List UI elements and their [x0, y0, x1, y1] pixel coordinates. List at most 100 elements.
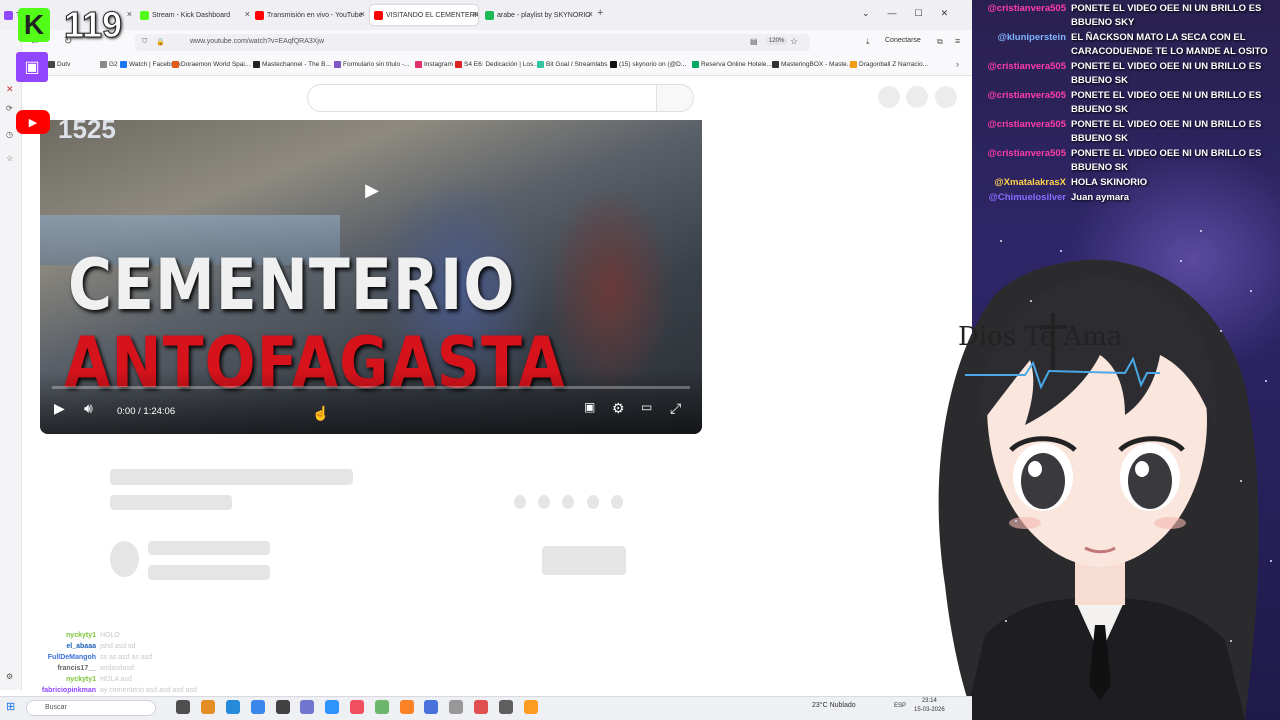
language-indicator[interactable]: ESP	[894, 703, 906, 709]
close-tab-icon[interactable]: ×	[360, 9, 365, 19]
bookmark-item[interactable]: G2	[100, 61, 118, 68]
clock-date: 15-03-2026	[914, 707, 945, 713]
history-icon[interactable]: ◷	[6, 130, 13, 139]
tab-favicon-icon	[4, 10, 13, 20]
taskbar-app-icon[interactable]	[524, 700, 538, 714]
sidebar-icon-2[interactable]: ⟳	[6, 104, 13, 113]
taskbar-app-icon[interactable]	[300, 700, 314, 714]
action-skeleton-4	[587, 495, 599, 509]
mini-chat-row: francis17__ asdasdasd	[14, 663, 254, 674]
mini-chat-message: ss as asd as asd	[100, 654, 153, 661]
star	[1270, 560, 1272, 562]
close-tab-icon[interactable]: ×	[473, 9, 478, 19]
star	[1230, 640, 1232, 642]
taskbar-app-icon[interactable]	[449, 700, 463, 714]
action-skeleton-1	[514, 495, 526, 509]
bookmark-item[interactable]: Dutv	[48, 61, 70, 68]
taskbar-app-icon[interactable]	[201, 700, 215, 714]
minimize-icon[interactable]: —	[888, 8, 897, 19]
taskbar-app-icon[interactable]	[251, 700, 265, 714]
big-play-icon[interactable]: ▶	[354, 172, 390, 208]
bookmark-favicon-icon	[850, 61, 857, 68]
bookmark-item[interactable]: S4 E6: Dedicación | Los...	[455, 61, 539, 68]
notifications-icon[interactable]	[906, 86, 928, 108]
bookmark-item[interactable]: Bit Goal / Streamlabs	[537, 61, 607, 68]
browser-tab[interactable]: Stream - Kick Dashboard ×	[140, 5, 250, 25]
progress-bar[interactable]	[52, 386, 690, 389]
bookmark-item[interactable]: Formulario sin título -...	[334, 61, 409, 68]
theater-mode-icon[interactable]: ▭	[641, 400, 652, 414]
weather-widget[interactable]: 23°C Nublado	[812, 702, 856, 709]
settings-gear-icon[interactable]: ⚙	[6, 672, 13, 681]
shield-icon[interactable]: ⛉	[142, 38, 147, 46]
clock-time: 23:14	[921, 698, 937, 704]
mini-chat-row: FullDeMangoh ss as asd as asd	[14, 652, 254, 663]
reader-view-icon[interactable]: ▤	[750, 37, 758, 46]
mini-chat-message: HOLA asd	[100, 676, 132, 683]
taskbar-clock[interactable]: 23:14 15-03-2026	[914, 697, 945, 715]
maximize-icon[interactable]: ☐	[915, 8, 923, 19]
chevron-right-icon[interactable]: ›	[956, 59, 959, 69]
chat-username: @cristianvera505	[987, 90, 1066, 101]
taskbar-app-icon[interactable]	[474, 700, 488, 714]
browser-tab[interactable]: VISITANDO EL CEMENTERIO DE×	[370, 5, 478, 25]
taskbar-app-icon[interactable]	[424, 700, 438, 714]
browser-tab[interactable]: arabe - playlist by SKYNORIO | ×	[485, 5, 593, 25]
bookmark-item[interactable]: Doraemon World Spai...	[172, 61, 250, 68]
avatar[interactable]	[935, 86, 957, 108]
lock-icon[interactable]: 🔒	[156, 38, 165, 46]
mini-chat-user: el_abaaa	[66, 643, 96, 650]
taskbar-app-icon[interactable]	[276, 700, 290, 714]
volume-icon[interactable]: 🔊︎	[84, 400, 93, 417]
download-icon[interactable]: ⤓	[866, 37, 870, 47]
chat-message-text: PONETE EL VIDEO OEE NI UN BRILLO ES BBUE…	[1071, 61, 1262, 86]
menu-icon[interactable]: ≡	[955, 36, 960, 46]
new-tab-button[interactable]: +	[597, 7, 603, 19]
taskbar-app-icon[interactable]	[400, 700, 414, 714]
tab-favicon-icon	[485, 10, 494, 20]
bookmark-item[interactable]: Mastechannel - The B...	[253, 61, 331, 68]
create-icon[interactable]	[878, 86, 900, 108]
stream-chat: @cristianvera505 PONETE EL VIDEO OEE NI U…	[976, 2, 1278, 206]
settings-icon[interactable]: ⚙	[612, 400, 625, 417]
account-button[interactable]: Conectarse	[885, 37, 921, 44]
bookmark-item[interactable]: Reserva Online Hotele...	[692, 61, 772, 68]
close-window-icon[interactable]: ✕	[941, 8, 949, 19]
chat-username: @cristianvera505	[987, 3, 1066, 14]
close-tab-icon[interactable]: ×	[588, 9, 593, 19]
bookmark-item[interactable]: (15) skynorio on (@D...	[610, 61, 686, 68]
taskbar-app-icon[interactable]	[226, 700, 240, 714]
fullscreen-icon[interactable]: ⤢	[670, 400, 681, 417]
mini-chat-row: nyckyty1 HOLO	[14, 630, 254, 641]
zoom-level[interactable]: 120%	[766, 37, 788, 45]
search-input[interactable]	[307, 84, 657, 112]
bookmark-label: Formulario sin título -...	[343, 61, 410, 68]
close-tab-icon[interactable]: ×	[245, 9, 250, 19]
taskbar-app-icon[interactable]	[176, 700, 190, 714]
overlay-number: 1525	[58, 120, 116, 144]
bookmark-item[interactable]: MasteringBOX - Maste...	[772, 61, 852, 68]
tab-list-icon[interactable]: ⌄	[862, 8, 870, 19]
taskbar-search[interactable]: Buscar	[26, 700, 156, 716]
play-icon[interactable]: ▶	[54, 400, 65, 417]
search-button[interactable]	[656, 84, 694, 112]
url-text[interactable]: www.youtube.com/watch?v=EAqfQRA3Xjw	[190, 38, 324, 45]
windows-start-icon[interactable]: ⊞	[6, 700, 15, 713]
bookmark-item[interactable]: Dragonball Z Narracio...	[850, 61, 928, 68]
star	[990, 420, 992, 422]
extensions-icon[interactable]: ⧉	[937, 37, 943, 47]
browser-tab[interactable]: Transmisión en vivo - YouTube S ×	[255, 5, 365, 25]
bookmark-icon[interactable]: ☆	[6, 154, 13, 163]
close-tab-icon[interactable]: ×	[127, 9, 132, 19]
taskbar-app-icon[interactable]	[499, 700, 513, 714]
bookmark-star-icon[interactable]: ☆	[790, 36, 798, 47]
taskbar-app-icon[interactable]	[375, 700, 389, 714]
chat-message-row: @cristianvera505 PONETE EL VIDEO OEE NI U…	[976, 2, 1278, 30]
sidebar-icon-1[interactable]: ✕	[6, 84, 14, 95]
bookmark-item[interactable]: Instagram	[415, 61, 453, 68]
subtitles-icon[interactable]: ▣	[584, 400, 595, 414]
taskbar-app-icon[interactable]	[325, 700, 339, 714]
video-player[interactable]: 1525 ▶ CEMENTERIO ANTOFAGASTA ▶ 🔊︎ 0:00 …	[40, 120, 702, 434]
taskbar-app-icon[interactable]	[350, 700, 364, 714]
bookmark-favicon-icon	[253, 61, 260, 68]
